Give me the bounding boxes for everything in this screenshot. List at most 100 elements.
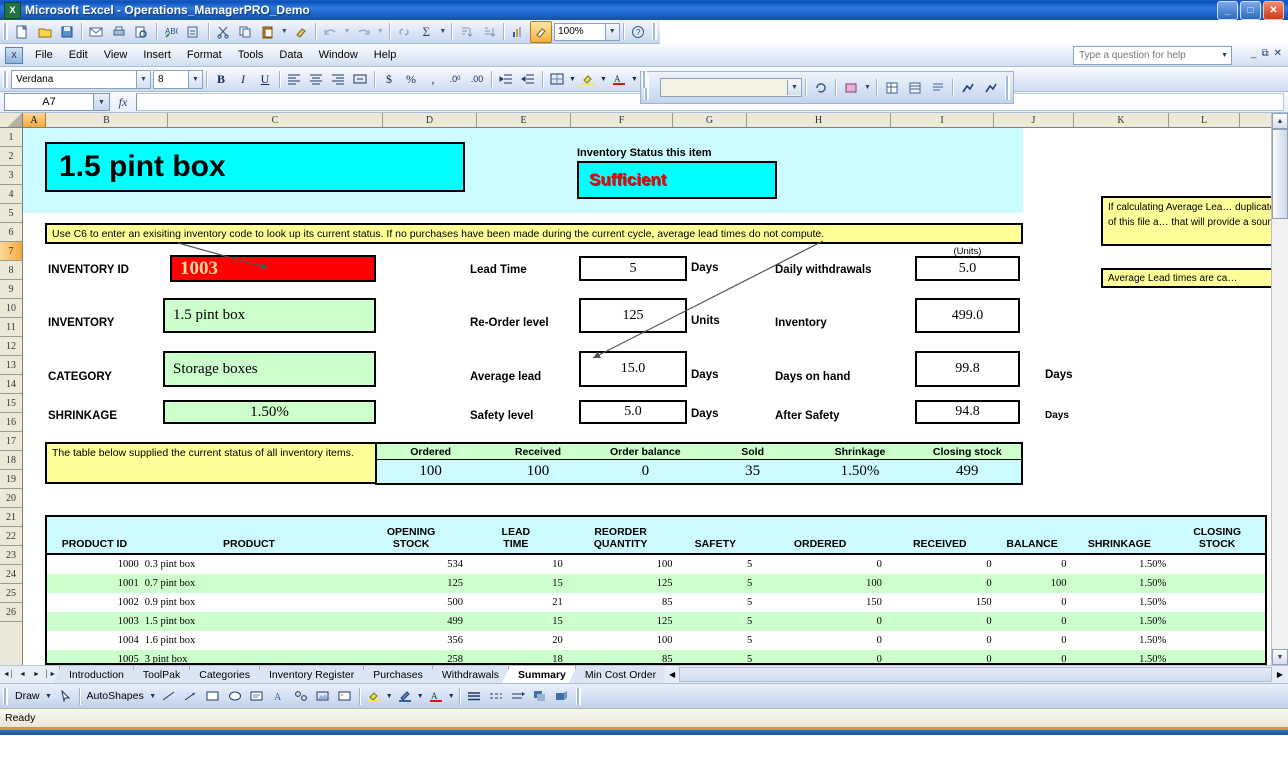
row-header-18[interactable]: 18: [0, 451, 22, 470]
increase-indent-icon[interactable]: [517, 69, 539, 89]
insert-function-icon[interactable]: fx: [110, 95, 136, 110]
fill-color-arrow-icon[interactable]: ▼: [599, 69, 608, 89]
column-header-D[interactable]: D: [383, 113, 477, 127]
font-size-arrow-icon[interactable]: ▼: [189, 69, 203, 89]
column-header-B[interactable]: B: [46, 113, 168, 127]
formatting-toolbar-grip[interactable]: [3, 70, 8, 88]
menu-item-help[interactable]: Help: [366, 46, 405, 64]
close-button[interactable]: ✕: [1263, 0, 1284, 20]
maximize-button[interactable]: □: [1240, 0, 1261, 20]
rectangle-icon[interactable]: [202, 686, 224, 706]
align-left-icon[interactable]: [283, 69, 305, 89]
font-color-icon[interactable]: A: [608, 69, 630, 89]
row-header-14[interactable]: 14: [0, 375, 22, 394]
doc-restore-button[interactable]: ⧉: [1261, 48, 1268, 59]
diagram-icon[interactable]: [290, 686, 312, 706]
font-color-arrow-icon[interactable]: ▼: [630, 69, 639, 89]
average-lead-cell[interactable]: 15.0: [579, 351, 687, 387]
align-center-icon[interactable]: [305, 69, 327, 89]
percent-icon[interactable]: %: [400, 69, 422, 89]
hyperlink-icon[interactable]: [393, 21, 415, 43]
redo-arrow-icon[interactable]: ▼: [375, 21, 386, 43]
floating-toolbar-end-grip[interactable]: [1005, 75, 1010, 100]
drawing-icon[interactable]: [529, 20, 553, 43]
paste-icon[interactable]: [256, 21, 278, 43]
doc-minimize-button[interactable]: _: [1251, 48, 1257, 59]
row-header-4[interactable]: 4: [0, 185, 22, 204]
pivot-arrow-icon[interactable]: ▼: [862, 77, 873, 99]
next-sheet-icon[interactable]: ►: [30, 668, 43, 682]
include-hidden-icon[interactable]: [956, 77, 979, 99]
underline-icon[interactable]: U: [254, 69, 276, 89]
table-row[interactable]: 1005 3 pint box 258 18 85 5 0 0 0 1.50%: [47, 650, 1265, 663]
zoom-dropdown-arrow-icon[interactable]: ▼: [605, 22, 620, 41]
menu-item-edit[interactable]: Edit: [61, 46, 96, 64]
row-header-25[interactable]: 25: [0, 584, 22, 603]
after-safety-cell[interactable]: 94.8: [915, 400, 1020, 424]
hide-detail-icon[interactable]: [903, 77, 926, 99]
menu-item-data[interactable]: Data: [271, 46, 310, 64]
undo-icon[interactable]: [319, 21, 341, 43]
cut-icon[interactable]: [212, 21, 234, 43]
row-header-3[interactable]: 3: [0, 166, 22, 185]
3d-icon[interactable]: [551, 686, 573, 706]
menu-item-file[interactable]: File: [27, 46, 61, 64]
tab-split-left-icon[interactable]: ◀: [665, 666, 679, 683]
row-header-21[interactable]: 21: [0, 508, 22, 527]
italic-icon[interactable]: I: [232, 69, 254, 89]
arrow-style-icon[interactable]: [507, 686, 529, 706]
row-header-15[interactable]: 15: [0, 394, 22, 413]
select-all-corner[interactable]: [0, 113, 23, 127]
chart-icon[interactable]: [507, 21, 529, 43]
name-box-arrow-icon[interactable]: ▼: [94, 93, 110, 111]
align-right-icon[interactable]: [327, 69, 349, 89]
draw-menu-arrow-icon[interactable]: ▼: [44, 686, 54, 706]
lead-time-cell[interactable]: 5: [579, 256, 687, 281]
row-header-19[interactable]: 19: [0, 470, 22, 489]
spelling-icon[interactable]: ABC: [160, 21, 182, 43]
fill-color-icon[interactable]: [577, 69, 599, 89]
sort-asc-icon[interactable]: [455, 21, 477, 43]
menu-item-view[interactable]: View: [96, 46, 136, 64]
shrinkage-cell[interactable]: 1.50%: [163, 400, 376, 424]
arrow-icon[interactable]: [180, 686, 202, 706]
column-header-G[interactable]: G: [673, 113, 747, 127]
autoshapes-menu-button[interactable]: AutoShapes: [83, 690, 148, 702]
row-header-17[interactable]: 17: [0, 432, 22, 451]
fill-color-arrow-icon[interactable]: ▼: [385, 686, 394, 706]
row-header-1[interactable]: 1: [0, 128, 22, 147]
bold-icon[interactable]: B: [210, 69, 232, 89]
row-header-7[interactable]: 7: [0, 242, 22, 261]
sheet-tab-introduction[interactable]: Introduction: [59, 666, 133, 683]
drawing-toolbar-grip[interactable]: [3, 687, 8, 705]
column-header-L[interactable]: L: [1169, 113, 1240, 127]
sort-desc-icon[interactable]: [478, 21, 500, 43]
font-color-icon[interactable]: A: [425, 686, 447, 706]
autosum-arrow-icon[interactable]: ▼: [438, 21, 449, 43]
doc-close-button[interactable]: ✕: [1274, 48, 1282, 59]
autoshapes-arrow-icon[interactable]: ▼: [148, 686, 158, 706]
inventory-id-cell[interactable]: 1003: [170, 255, 376, 282]
select-objects-icon[interactable]: [54, 686, 76, 706]
scroll-down-button[interactable]: ▼: [1272, 649, 1288, 665]
help-dropdown-arrow-icon[interactable]: ▼: [1221, 52, 1228, 59]
formatting-toolbar-end-grip[interactable]: [642, 70, 647, 88]
format-painter-icon[interactable]: [290, 21, 312, 43]
line-color-arrow-icon[interactable]: ▼: [416, 686, 425, 706]
toolbar-overflow-grip[interactable]: [652, 23, 657, 40]
decrease-decimal-icon[interactable]: .00: [466, 69, 488, 89]
tab-split-right-icon[interactable]: ▶: [1272, 666, 1288, 683]
decrease-indent-icon[interactable]: [495, 69, 517, 89]
horizontal-scrollbar[interactable]: [679, 667, 1272, 682]
fill-color-icon[interactable]: [363, 686, 385, 706]
menu-item-format[interactable]: Format: [179, 46, 230, 64]
column-header-A[interactable]: A: [23, 113, 46, 127]
sheet-tab-withdrawals[interactable]: Withdrawals: [431, 666, 509, 683]
open-icon[interactable]: [33, 21, 55, 43]
row-header-11[interactable]: 11: [0, 318, 22, 337]
item-title-cell[interactable]: 1.5 pint box: [45, 142, 465, 192]
font-color-arrow-icon[interactable]: ▼: [447, 686, 456, 706]
minimize-button[interactable]: _: [1217, 0, 1238, 20]
textbox-icon[interactable]: [246, 686, 268, 706]
currency-icon[interactable]: $: [378, 69, 400, 89]
